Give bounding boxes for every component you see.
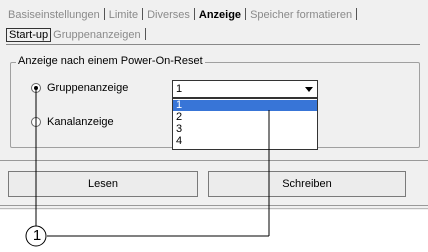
write-button[interactable]: Schreiben: [208, 171, 406, 197]
radio-label-kanalanzeige: Kanalanzeige: [47, 116, 114, 128]
tab-start-up[interactable]: Start-up: [6, 28, 52, 42]
settings-window: Basiseinstellungen Limite Diverses Anzeige S…: [0, 0, 428, 210]
tab-divider: [356, 8, 358, 20]
callout-number: 1: [32, 227, 42, 244]
radio-selected-dot: [34, 86, 38, 90]
group-legend: Anzeige nach einem Power-On-Reset: [16, 55, 205, 67]
dropdown-option-2[interactable]: 2: [173, 112, 317, 123]
tab-divider: [103, 8, 105, 20]
divider: [0, 208, 428, 209]
radio-gruppenanzeige[interactable]: [31, 83, 41, 93]
tab-anzeige[interactable]: Anzeige: [197, 8, 243, 22]
dropdown-option-1[interactable]: 1: [173, 100, 317, 111]
dropdown-option-3[interactable]: 3: [173, 124, 317, 135]
tab-diverses[interactable]: Diverses: [145, 8, 192, 22]
tab-underline: [6, 44, 420, 45]
chevron-down-icon[interactable]: [302, 82, 316, 96]
tab-basiseinstellungen[interactable]: Basiseinstellungen: [6, 8, 102, 22]
combo-dropdown-list: 1 2 3 4: [172, 98, 318, 150]
tab-speicher-formatieren[interactable]: Speicher formatieren: [248, 8, 354, 22]
group-select-combobox[interactable]: 1: [172, 80, 318, 98]
read-button[interactable]: Lesen: [8, 171, 198, 197]
divider: [0, 160, 428, 161]
main-tab-bar: Basiseinstellungen Limite Diverses Anzeige S…: [6, 8, 358, 24]
tab-divider: [245, 8, 247, 20]
combo-selected-value: 1: [176, 83, 183, 95]
radio-label-gruppenanzeige: Gruppenanzeige: [47, 82, 129, 94]
divider: [0, 205, 428, 206]
tab-divider: [193, 8, 195, 20]
tab-divider: [142, 8, 144, 20]
tab-divider: [144, 28, 146, 40]
radio-kanalanzeige[interactable]: [31, 117, 41, 127]
tab-limite[interactable]: Limite: [107, 8, 140, 22]
sub-tab-bar: Start-up Gruppenanzeigen: [6, 28, 146, 44]
tab-gruppenanzeigen[interactable]: Gruppenanzeigen: [51, 28, 142, 42]
dropdown-option-4[interactable]: 4: [173, 136, 317, 147]
